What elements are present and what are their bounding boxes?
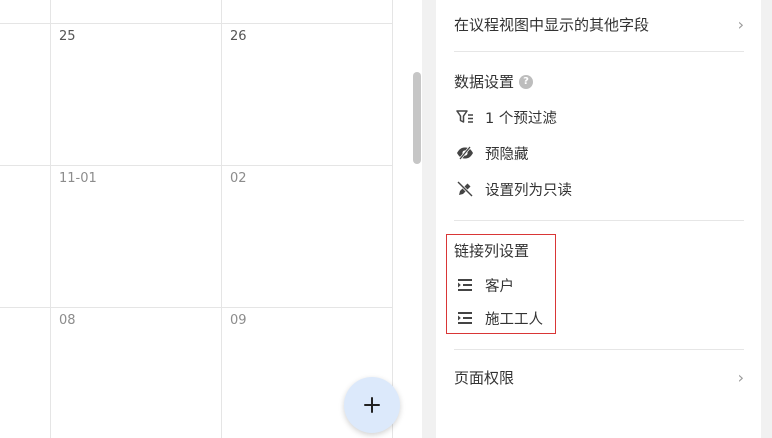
calendar-date-label: 09 [230,313,247,328]
prehide-setting[interactable]: 预隐藏 [456,140,529,166]
calendar-view: 25 26 11-01 02 08 09 [0,0,393,438]
calendar-date-label: 25 [59,29,76,44]
data-settings-heading: 数据设置 ? [454,71,534,92]
calendar-day-cell[interactable] [0,24,51,166]
calendar-day-cell[interactable] [0,166,51,308]
calendar-day-cell[interactable]: 02 [222,166,393,308]
link-column-label: 客户 [485,278,514,295]
data-settings-title: 数据设置 [454,73,515,91]
calendar-date-label: 08 [59,313,76,328]
calendar-date-label: 02 [230,171,247,186]
chevron-right-icon: › [737,367,744,387]
linked-list-icon [456,309,474,327]
panel-divider [422,0,436,438]
calendar-day-cell[interactable] [222,0,393,24]
linked-list-icon [456,276,474,294]
calendar-day-cell[interactable] [51,0,222,24]
link-column-worker[interactable]: 施工工人 [456,305,543,331]
link-settings-title: 链接列设置 [454,242,530,260]
page-permissions-label: 页面权限 [454,368,515,387]
readonly-columns-label: 设置列为只读 [485,182,572,199]
link-column-label: 施工工人 [485,311,543,328]
calendar-day-cell[interactable]: 26 [222,24,393,166]
chevron-right-icon: › [737,14,744,34]
calendar-scrollbar-track [408,0,422,438]
calendar-day-cell[interactable]: 25 [51,24,222,166]
link-column-customer[interactable]: 客户 [456,272,514,298]
calendar-day-cell[interactable]: 11-01 [51,166,222,308]
filter-icon [456,108,474,126]
prefilter-label: 1 个预过滤 [485,110,557,127]
link-settings-heading: 链接列设置 [454,240,529,261]
page-permissions-setting[interactable]: 页面权限 › [454,362,744,392]
section-divider [454,349,744,350]
calendar-day-cell[interactable]: 08 [51,308,222,438]
agenda-fields-setting[interactable]: 在议程视图中显示的其他字段 › [454,9,744,39]
readonly-columns-setting[interactable]: 设置列为只读 [456,176,572,202]
plus-icon [364,397,380,413]
agenda-fields-label: 在议程视图中显示的其他字段 [454,15,650,34]
panel-edge [761,0,772,438]
calendar-scrollbar-thumb[interactable] [413,72,421,164]
prefilter-setting[interactable]: 1 个预过滤 [456,104,557,130]
calendar-grid: 25 26 11-01 02 08 09 [0,0,393,438]
section-divider [454,51,744,52]
calendar-date-label: 11-01 [59,171,97,186]
help-icon[interactable]: ? [519,74,534,89]
view-settings-panel: 在议程视图中显示的其他字段 › 数据设置 ? 1 个预过滤 预隐藏 设置列为只读… [436,0,761,438]
add-record-button[interactable] [344,377,400,433]
calendar-date-label: 26 [230,29,247,44]
eye-off-icon [456,144,474,162]
calendar-day-cell[interactable] [0,308,51,438]
section-divider [454,220,744,221]
prehide-label: 预隐藏 [485,146,529,163]
calendar-day-cell[interactable] [0,0,51,24]
pen-off-icon [456,180,474,198]
